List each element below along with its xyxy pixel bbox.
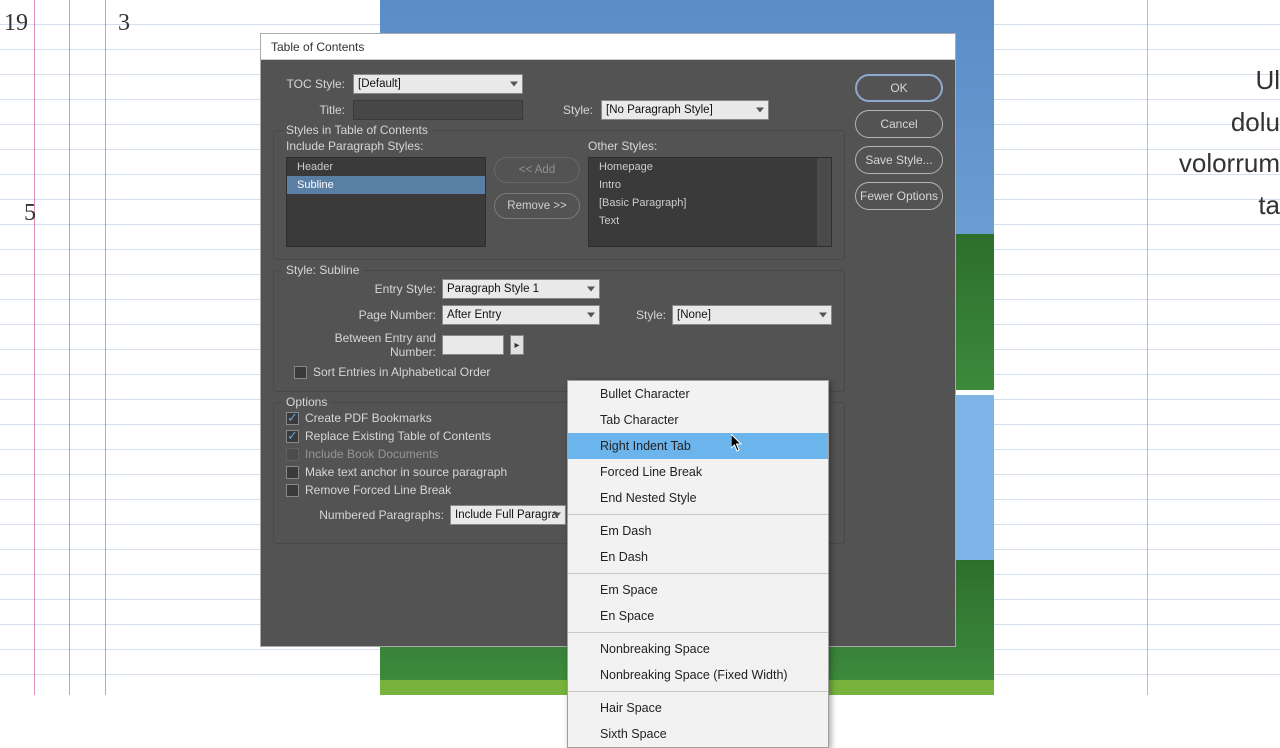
menu-separator (568, 691, 828, 692)
toc-style-row: TOC Style: [Default] (277, 74, 845, 94)
pn-style-dropdown[interactable]: [None] (672, 305, 832, 325)
dialog-titlebar[interactable]: Table of Contents (261, 34, 955, 60)
other-styles-listbox[interactable]: Homepage Intro [Basic Paragraph] Text (588, 157, 832, 247)
menu-item[interactable]: Nonbreaking Space (568, 636, 828, 662)
menu-separator (568, 632, 828, 633)
numbered-label: Numbered Paragraphs: (286, 508, 444, 522)
other-styles-label: Other Styles: (588, 139, 832, 153)
entry-style-dropdown[interactable]: Paragraph Style 1 (442, 279, 600, 299)
replace-toc-label: Replace Existing Table of Contents (305, 429, 491, 443)
bg-number: 3 (118, 10, 130, 37)
menu-item[interactable]: En Space (568, 603, 828, 629)
title-row: Title: Style: [No Paragraph Style] (277, 100, 845, 120)
dialog-right-column: OK Cancel Save Style... Fewer Options (845, 74, 943, 632)
anchor-checkbox[interactable] (286, 466, 299, 479)
between-flyout-button[interactable]: ▸ (510, 335, 524, 355)
list-item[interactable]: Homepage (589, 158, 831, 176)
sort-checkbox[interactable] (294, 366, 307, 379)
styles-group: Styles in Table of Contents Include Para… (273, 130, 845, 260)
column-guide (1147, 0, 1148, 695)
remove-style-button[interactable]: Remove >> (494, 193, 580, 219)
menu-item[interactable]: Forced Line Break (568, 459, 828, 485)
remove-forced-label: Remove Forced Line Break (305, 483, 451, 497)
ok-button[interactable]: OK (855, 74, 943, 102)
list-item[interactable]: [Basic Paragraph] (589, 194, 831, 212)
dialog-title: Table of Contents (271, 40, 364, 54)
page-number-dropdown[interactable]: After Entry (442, 305, 600, 325)
include-styles-listbox[interactable]: Header Subline (286, 157, 486, 247)
bg-number: 5 (24, 200, 36, 227)
anchor-label: Make text anchor in source paragraph (305, 465, 507, 479)
include-styles-label: Include Paragraph Styles: (286, 139, 486, 153)
menu-item[interactable]: End Nested Style (568, 485, 828, 511)
between-input[interactable] (442, 335, 504, 355)
sort-label: Sort Entries in Alphabetical Order (313, 365, 490, 379)
toc-style-dropdown[interactable]: [Default] (353, 74, 523, 94)
list-item[interactable]: Text (589, 212, 831, 230)
cancel-button[interactable]: Cancel (855, 110, 943, 138)
entry-style-label: Entry Style: (286, 282, 436, 296)
list-item[interactable]: Subline (287, 176, 485, 194)
special-character-menu[interactable]: Bullet CharacterTab CharacterRight Inden… (567, 380, 829, 748)
menu-item[interactable]: Nonbreaking Space (Fixed Width) (568, 662, 828, 688)
bg-body-text: Ul dolu volorrum ta (1179, 60, 1280, 226)
style-detail-group: Style: Subline Entry Style: Paragraph St… (273, 270, 845, 392)
margin-guide (34, 0, 35, 695)
styles-group-title: Styles in Table of Contents (282, 123, 432, 137)
menu-item[interactable]: Em Space (568, 577, 828, 603)
fewer-options-button[interactable]: Fewer Options (855, 182, 943, 210)
menu-item[interactable]: En Dash (568, 544, 828, 570)
remove-forced-checkbox[interactable] (286, 484, 299, 497)
pn-style-label: Style: (636, 308, 666, 322)
title-input[interactable] (353, 100, 523, 120)
list-item[interactable]: Header (287, 158, 485, 176)
menu-item[interactable]: Hair Space (568, 695, 828, 721)
save-style-button[interactable]: Save Style... (855, 146, 943, 174)
menu-item[interactable]: Right Indent Tab (568, 433, 828, 459)
create-pdf-checkbox[interactable] (286, 412, 299, 425)
margin-guide (69, 0, 70, 695)
bg-number: 19 (4, 10, 28, 37)
options-group-title: Options (282, 395, 331, 409)
title-label: Title: (277, 103, 345, 117)
replace-toc-checkbox[interactable] (286, 430, 299, 443)
menu-item[interactable]: Bullet Character (568, 381, 828, 407)
include-book-label: Include Book Documents (305, 447, 438, 461)
list-item[interactable]: Intro (589, 176, 831, 194)
margin-guide (105, 0, 106, 695)
style-detail-title: Style: Subline (282, 263, 363, 277)
numbered-dropdown[interactable]: Include Full Paragra (450, 505, 566, 525)
page-number-label: Page Number: (286, 308, 436, 322)
menu-separator (568, 514, 828, 515)
add-style-button: << Add (494, 157, 580, 183)
include-book-checkbox (286, 448, 299, 461)
between-label: Between Entry and Number: (286, 331, 436, 359)
menu-separator (568, 573, 828, 574)
create-pdf-label: Create PDF Bookmarks (305, 411, 432, 425)
title-style-label: Style: (563, 103, 593, 117)
menu-item[interactable]: Tab Character (568, 407, 828, 433)
title-style-dropdown[interactable]: [No Paragraph Style] (601, 100, 769, 120)
menu-item[interactable]: Em Dash (568, 518, 828, 544)
scrollbar[interactable] (817, 158, 831, 246)
menu-item[interactable]: Sixth Space (568, 721, 828, 747)
toc-style-label: TOC Style: (277, 77, 345, 91)
cursor-icon (731, 434, 743, 452)
